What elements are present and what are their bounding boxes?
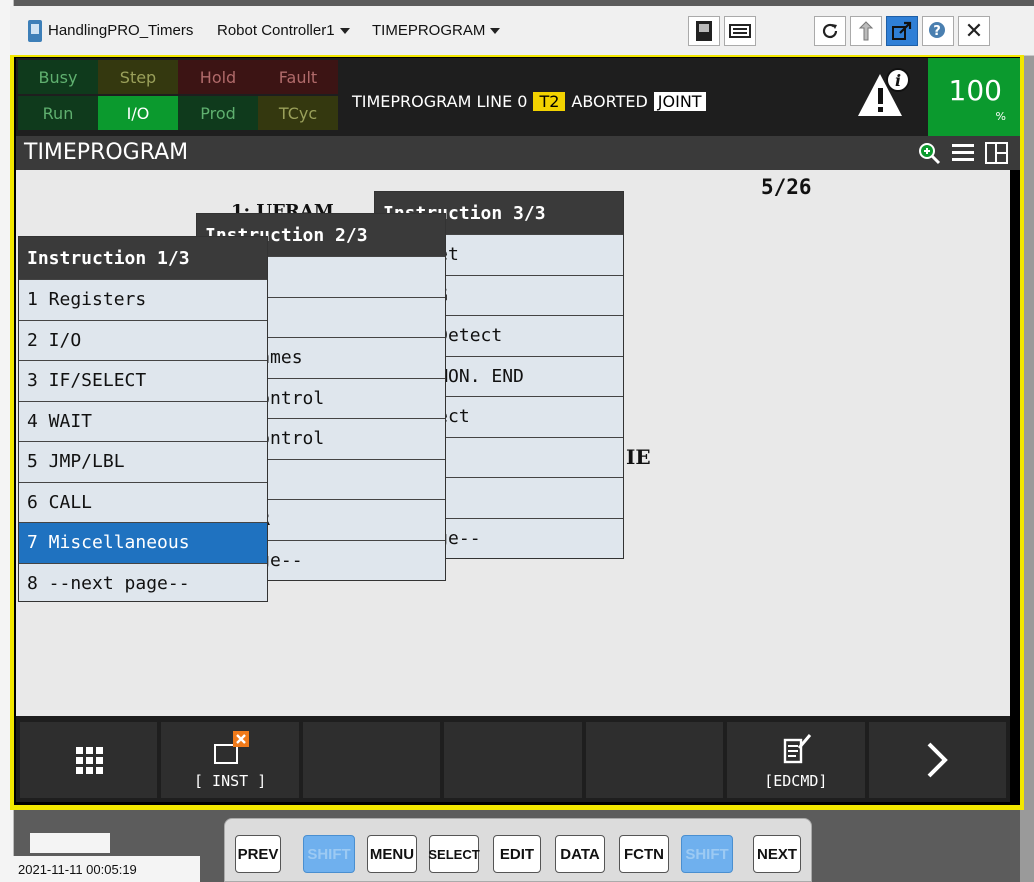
speed-override[interactable]: 100 % — [928, 58, 1020, 136]
fkey-1-grid[interactable] — [20, 722, 158, 798]
edit-key[interactable]: EDIT — [493, 835, 541, 873]
close-icon: ✕ — [964, 18, 984, 44]
menu-item-wait[interactable]: 4 WAIT — [19, 400, 267, 442]
fkey-2-label: [ INST ] — [194, 772, 267, 790]
select-key[interactable]: SELECT — [428, 835, 480, 873]
edit-document-icon — [783, 734, 811, 764]
data-key[interactable]: DATA — [555, 835, 605, 873]
menu-key[interactable]: MENU — [367, 835, 417, 873]
status-busy: Busy — [18, 60, 98, 94]
controller-selector[interactable]: Robot Controller1 — [217, 22, 350, 39]
page-indicator: 5/26 — [761, 175, 812, 199]
grid-icon — [75, 747, 103, 774]
fkey-2-inst[interactable]: [ INST ] — [161, 722, 299, 798]
program-name: TIMEPROGRAM — [372, 22, 486, 39]
hardware-key-strip: PREV SHIFT MENU SELECT EDIT DATA FCTN SH… — [224, 818, 812, 882]
menu-item-if-select[interactable]: 3 IF/SELECT — [19, 360, 267, 401]
instruction-close-icon — [214, 731, 250, 764]
keyboard-icon — [729, 24, 751, 38]
svg-text:?: ? — [933, 24, 941, 39]
status-fault: Fault — [258, 60, 338, 94]
keyboard-button[interactable] — [724, 16, 756, 46]
fkey-6-label: [EDCMD] — [764, 772, 828, 790]
jog-button[interactable] — [850, 16, 882, 46]
shift-key-right[interactable]: SHIFT — [681, 835, 733, 873]
app-name: HandlingPRO_Timers — [48, 22, 194, 39]
menu-item-io[interactable]: 2 I/O — [19, 319, 267, 361]
menu-title: Instruction 1/3 — [19, 237, 267, 279]
fkey-5[interactable] — [585, 722, 724, 798]
menu-item-next-page[interactable]: 8 --next page-- — [19, 562, 267, 602]
menu-item-miscellaneous[interactable]: 7 Miscellaneous — [19, 522, 267, 563]
pendant-icon — [696, 21, 712, 41]
background-desktop-fragment — [30, 833, 110, 853]
menu-list-icon[interactable] — [950, 141, 976, 165]
fctn-key[interactable]: FCTN — [619, 835, 669, 873]
chevron-down-icon — [490, 28, 501, 35]
fkey-next[interactable] — [868, 722, 1006, 798]
screen-root: HandlingPRO_Timers Robot Controller1 TIM… — [0, 0, 1034, 882]
program-state: ABORTED — [571, 92, 648, 111]
menu-item-jmp-lbl[interactable]: 5 JMP/LBL — [19, 441, 267, 482]
chevron-right-icon — [927, 742, 949, 778]
title-bar: HandlingPRO_Timers Robot Controller1 TIM… — [10, 6, 1034, 56]
status-run: Run — [18, 96, 98, 130]
status-tcyc: TCyc — [258, 96, 338, 130]
alarm-info-icon[interactable]: i — [856, 66, 912, 122]
next-key[interactable]: NEXT — [753, 835, 801, 873]
help-icon: ? — [929, 22, 945, 39]
program-status-line: TIMEPROGRAM LINE 0 T2 ABORTED JOINT — [352, 92, 706, 111]
refresh-icon — [822, 23, 838, 39]
controller-name: Robot Controller1 — [217, 22, 335, 39]
help-button[interactable]: ? — [922, 16, 954, 46]
program-selector[interactable]: TIMEPROGRAM — [372, 22, 501, 39]
menu-item-registers[interactable]: 1 Registers — [19, 279, 267, 320]
popout-button[interactable] — [886, 16, 918, 46]
split-view-icon[interactable] — [984, 141, 1010, 165]
status-hold: Hold — [178, 60, 258, 94]
status-prod: Prod — [178, 96, 258, 130]
speed-unit: % — [995, 110, 1006, 123]
shift-key-left[interactable]: SHIFT — [303, 835, 355, 873]
timestamp: 2021-11-11 00:05:19 — [0, 856, 200, 882]
instruction-menu-page-1: Instruction 1/3 1 Registers 2 I/O 3 IF/S… — [18, 236, 268, 602]
jog-icon — [858, 21, 874, 41]
refresh-button[interactable] — [814, 16, 846, 46]
svg-text:i: i — [895, 71, 901, 90]
mode-badge: T2 — [533, 92, 566, 111]
chevron-down-icon — [339, 28, 350, 35]
zoom-in-icon[interactable] — [916, 140, 942, 166]
fkey-4[interactable] — [444, 722, 582, 798]
fkey-3[interactable] — [302, 722, 441, 798]
page-title: TIMEPROGRAM — [24, 140, 189, 165]
prev-key[interactable]: PREV — [235, 835, 281, 873]
screen-header: TIMEPROGRAM — [16, 136, 1020, 170]
fkey-6-edcmd[interactable]: [EDCMD] — [727, 722, 865, 798]
status-bar: Busy Step Hold Fault Run I/O Prod TCyc T… — [16, 58, 1020, 136]
line-number-text: TIMEPROGRAM LINE 0 — [352, 92, 528, 111]
function-key-bar: [ INST ] [EDCMD] — [16, 716, 1010, 802]
menu-item-call[interactable]: 6 CALL — [19, 481, 267, 523]
coord-badge: JOINT — [653, 92, 706, 111]
program-end-text: IE — [626, 445, 651, 469]
speed-value: 100 — [948, 74, 1002, 107]
close-button[interactable]: ✕ — [958, 16, 990, 46]
status-io: I/O — [98, 96, 178, 130]
program-edit-area[interactable]: 5/26 1: UFRAM IE Instruction 3/3 _Offset… — [16, 170, 1010, 716]
pendant-app-icon — [28, 20, 42, 42]
status-step: Step — [98, 60, 178, 94]
popout-icon — [892, 21, 912, 40]
pendant-view-button[interactable] — [688, 16, 720, 46]
